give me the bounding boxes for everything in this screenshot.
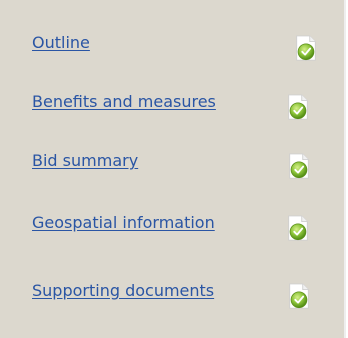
nav-item-bid-summary: Bid summary [0, 151, 346, 195]
document-complete-icon [287, 94, 309, 121]
bid-summary-link[interactable]: Bid summary [32, 151, 138, 171]
section-nav-panel: Outline Benefits and measures Bid summar… [0, 0, 346, 338]
document-complete-icon [288, 283, 310, 310]
outline-link[interactable]: Outline [32, 33, 90, 53]
nav-item-supporting-documents: Supporting documents [0, 281, 346, 325]
document-complete-icon [288, 153, 310, 180]
nav-item-benefits-and-measures: Benefits and measures [0, 92, 346, 136]
document-complete-icon [287, 215, 309, 242]
document-complete-icon [295, 35, 317, 62]
supporting-documents-link[interactable]: Supporting documents [32, 281, 214, 301]
nav-item-outline: Outline [0, 33, 346, 77]
geospatial-information-link[interactable]: Geospatial information [32, 213, 215, 233]
benefits-and-measures-link[interactable]: Benefits and measures [32, 92, 216, 112]
nav-item-geospatial-information: Geospatial information [0, 213, 346, 257]
